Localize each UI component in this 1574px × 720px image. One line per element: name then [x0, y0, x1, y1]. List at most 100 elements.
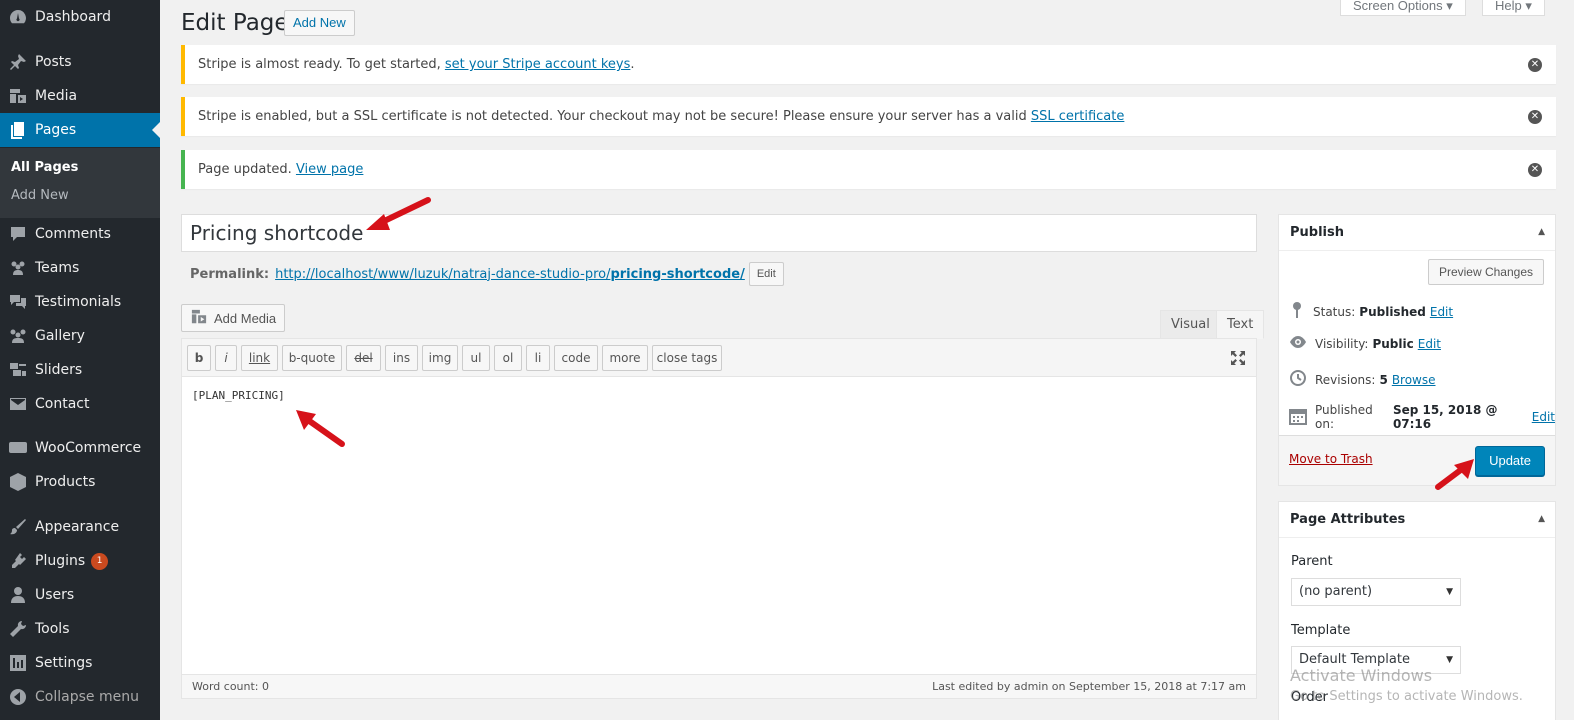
sidebar-label: Appearance	[35, 519, 120, 535]
sidebar-item-media[interactable]: Media	[0, 79, 160, 113]
sidebar-item-plugins[interactable]: Plugins 1	[0, 544, 160, 578]
chevron-down-icon: ▾	[1525, 0, 1532, 13]
qt-bquote-button[interactable]: b-quote	[282, 345, 342, 371]
publish-box-header[interactable]: Publish ▲	[1279, 215, 1555, 251]
toggle-up-icon[interactable]: ▲	[1538, 502, 1545, 537]
notice-page-updated: Page updated. View page ✕	[181, 150, 1556, 189]
permalink-link[interactable]: http://localhost/www/luzuk/natraj-dance-…	[275, 267, 745, 282]
permalink-row: Permalink: http://localhost/www/luzuk/na…	[190, 262, 784, 286]
plugin-icon	[8, 551, 28, 571]
sidebar-item-users[interactable]: Users	[0, 578, 160, 612]
sidebar-item-contact[interactable]: Contact	[0, 387, 160, 421]
quicktags-toolbar: b i link b-quote del ins img ul ol li co…	[182, 339, 1256, 377]
sidebar-label: Teams	[35, 260, 80, 276]
view-page-link[interactable]: View page	[296, 162, 363, 177]
preview-changes-button[interactable]: Preview Changes	[1427, 259, 1544, 285]
status-edit-link[interactable]: Edit	[1430, 305, 1453, 319]
sidebar-item-teams[interactable]: Teams	[0, 251, 160, 285]
dismiss-icon[interactable]: ✕	[1528, 57, 1542, 72]
sidebar-item-posts[interactable]: Posts	[0, 45, 160, 79]
sidebar-item-pages[interactable]: Pages	[0, 113, 160, 147]
sidebar-item-products[interactable]: Products	[0, 465, 160, 499]
qt-li-button[interactable]: li	[526, 345, 550, 371]
add-media-button[interactable]: Add Media	[181, 304, 286, 332]
visibility-edit-link[interactable]: Edit	[1418, 337, 1441, 351]
text-editor: b i link b-quote del ins img ul ol li co…	[181, 338, 1257, 699]
post-title-input[interactable]	[181, 214, 1257, 252]
fullscreen-icon[interactable]	[1230, 350, 1246, 370]
sidebar-item-dashboard[interactable]: Dashboard	[0, 0, 160, 34]
sidebar-item-appearance[interactable]: Appearance	[0, 510, 160, 544]
sidebar-item-comments[interactable]: Comments	[0, 217, 160, 251]
sidebar-item-settings[interactable]: Settings	[0, 646, 160, 680]
screen-options-button[interactable]: Screen Options ▾	[1340, 0, 1466, 16]
permalink-edit-button[interactable]: Edit	[748, 262, 784, 286]
sidebar-label: Media	[35, 88, 78, 104]
media-icon	[8, 86, 28, 106]
gallery-icon	[8, 326, 28, 346]
sidebar-item-woocommerce[interactable]: WooCommerce	[0, 431, 160, 465]
visibility-row: Visibility: Public Edit	[1289, 335, 1441, 352]
brush-icon	[8, 517, 28, 537]
notice-text: Stripe is enabled, but a SSL certificate…	[198, 109, 1031, 124]
qt-ins-button[interactable]: ins	[385, 345, 418, 371]
sidebar-label: Gallery	[35, 328, 85, 344]
qt-link-button[interactable]: link	[241, 345, 278, 371]
history-icon	[1289, 369, 1315, 390]
sidebar-label: Testimonials	[35, 294, 122, 310]
pages-icon	[8, 120, 28, 140]
template-label: Template	[1291, 623, 1351, 638]
chevron-down-icon: ▾	[1446, 0, 1453, 13]
sidebar-item-tools[interactable]: Tools	[0, 612, 160, 646]
permalink-slug: pricing-shortcode/	[610, 266, 745, 282]
visibility-label: Visibility:	[1315, 336, 1369, 351]
qt-italic-button[interactable]: i	[215, 345, 237, 371]
qt-more-button[interactable]: more	[602, 345, 648, 371]
submenu-all-pages[interactable]: All Pages	[11, 160, 78, 175]
sidebar-collapse-menu[interactable]: Collapse menu	[0, 680, 160, 714]
editor-content-area[interactable]: [PLAN_PRICING]	[192, 389, 285, 402]
slider-icon	[8, 360, 28, 380]
stripe-keys-link[interactable]: set your Stripe account keys	[445, 57, 631, 72]
qt-bold-button[interactable]: b	[187, 345, 211, 371]
team-icon	[8, 258, 28, 278]
qt-code-button[interactable]: code	[554, 345, 598, 371]
update-button[interactable]: Update	[1475, 446, 1545, 476]
sidebar-item-testimonials[interactable]: Testimonials	[0, 285, 160, 319]
qt-ol-button[interactable]: ol	[494, 345, 522, 371]
revisions-browse-link[interactable]: Browse	[1392, 373, 1436, 387]
notice-text: Stripe is almost ready. To get started,	[198, 57, 445, 72]
page-attributes-header[interactable]: Page Attributes ▲	[1279, 502, 1555, 538]
tab-text[interactable]: Text	[1216, 310, 1265, 339]
qt-ul-button[interactable]: ul	[462, 345, 490, 371]
sidebar-label: Settings	[35, 655, 93, 671]
published-edit-link[interactable]: Edit	[1532, 410, 1555, 424]
settings-icon	[8, 653, 28, 673]
ssl-certificate-link[interactable]: SSL certificate	[1031, 109, 1124, 124]
parent-select-value: (no parent)	[1299, 584, 1373, 599]
editor-status-bar: Word count: 0 Last edited by admin on Se…	[182, 674, 1256, 698]
pin-icon	[8, 52, 28, 72]
dismiss-icon[interactable]: ✕	[1528, 162, 1542, 177]
move-to-trash-link[interactable]: Move to Trash	[1289, 452, 1373, 466]
submenu-add-new[interactable]: Add New	[11, 188, 69, 203]
toggle-up-icon[interactable]: ▲	[1538, 215, 1545, 250]
parent-select[interactable]: (no parent) ▼	[1291, 578, 1461, 606]
qt-img-button[interactable]: img	[422, 345, 458, 371]
product-icon	[8, 472, 28, 492]
help-button[interactable]: Help ▾	[1482, 0, 1545, 16]
sidebar-label: Pages	[35, 122, 77, 138]
qt-del-button[interactable]: del	[346, 345, 381, 371]
publish-title: Publish	[1290, 225, 1344, 240]
dismiss-icon[interactable]: ✕	[1528, 109, 1542, 124]
tab-visual[interactable]: Visual	[1160, 310, 1221, 339]
page-title: Edit Page	[181, 10, 289, 36]
sidebar-item-sliders[interactable]: Sliders	[0, 353, 160, 387]
annotation-arrow-content	[296, 410, 345, 447]
notice-stripe-keys: Stripe is almost ready. To get started, …	[181, 45, 1556, 84]
add-new-button[interactable]: Add New	[284, 10, 355, 36]
sidebar-item-gallery[interactable]: Gallery	[0, 319, 160, 353]
annotation-arrow-update	[1435, 459, 1474, 490]
activate-windows-subtext: Go to Settings to activate Windows.	[1290, 689, 1523, 704]
qt-close-tags-button[interactable]: close tags	[652, 345, 722, 371]
